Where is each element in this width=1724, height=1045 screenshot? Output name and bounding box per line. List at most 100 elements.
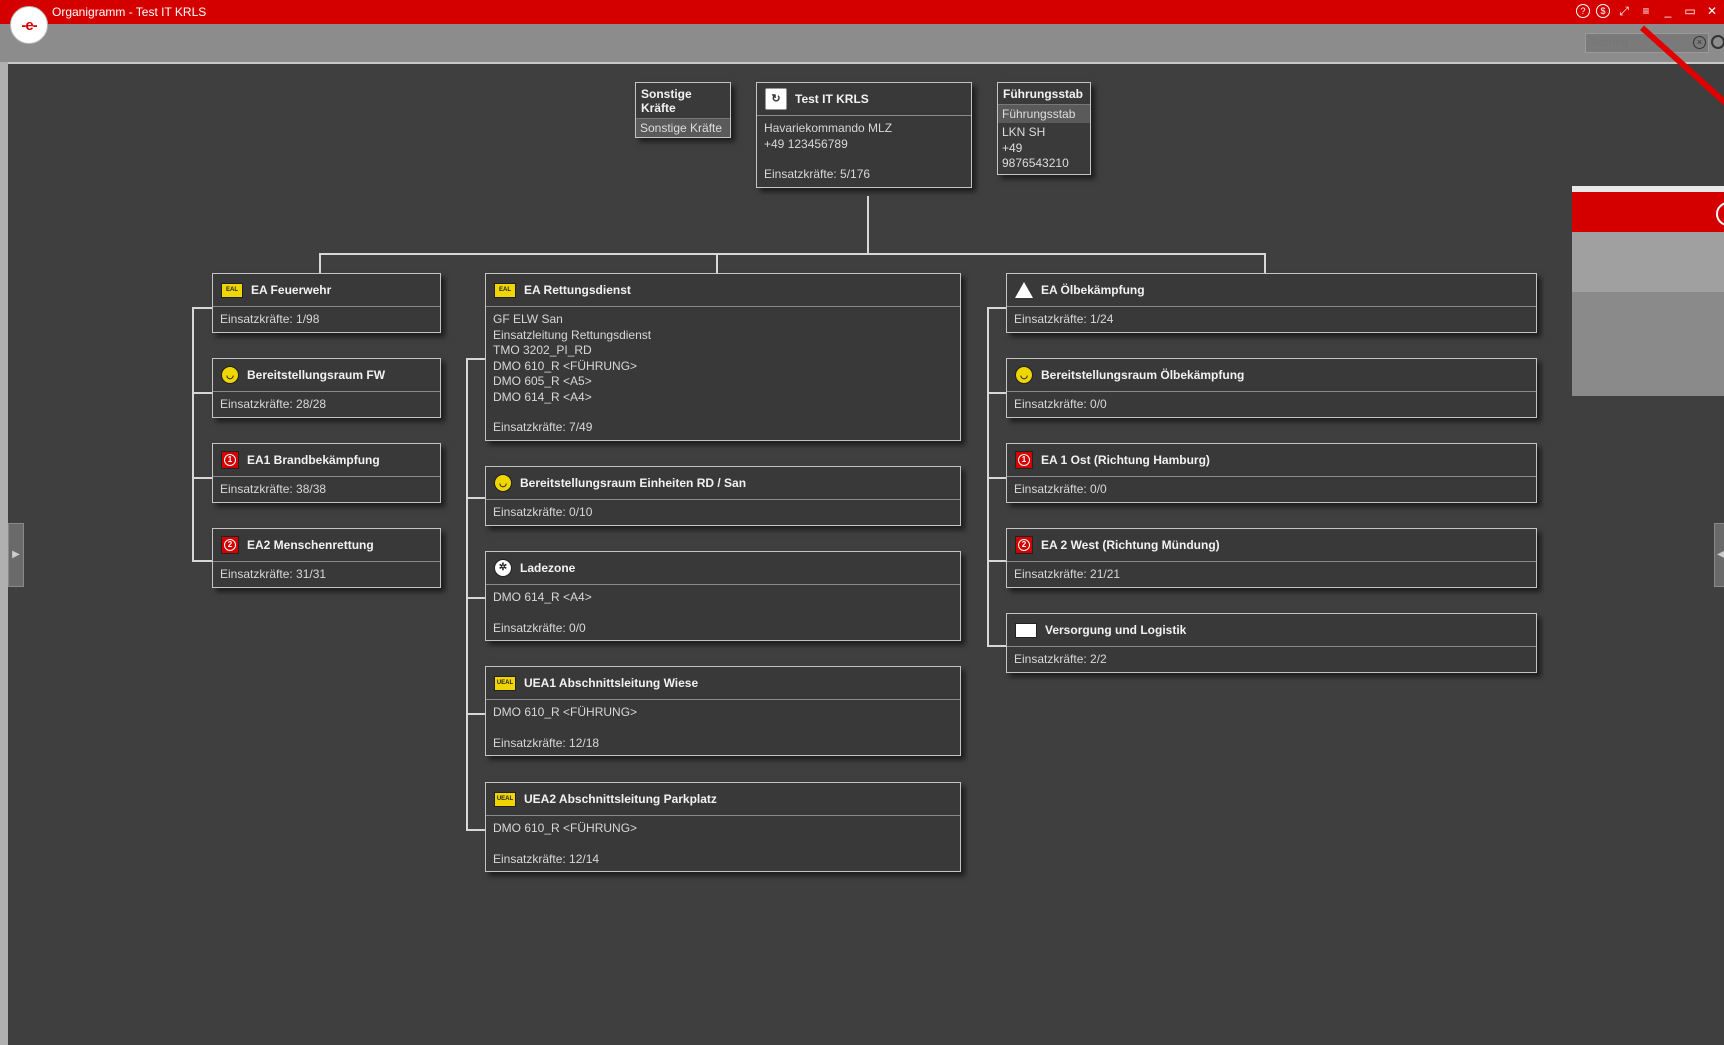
fullscreen-icon[interactable]: ⤢ bbox=[1616, 3, 1632, 19]
floating-panel-band bbox=[1572, 232, 1724, 292]
org-node-ea2-menschenrettung[interactable]: 2 EA2 Menschenrettung Einsatzkräfte: 31/3… bbox=[212, 528, 441, 588]
yellow-smiley-icon: ◡ bbox=[494, 474, 512, 492]
minimize-button[interactable]: _ bbox=[1660, 3, 1676, 19]
window-title: Organigramm - Test IT KRLS bbox=[52, 5, 207, 19]
node-title: Bereitstellungsraum Einheiten RD / San bbox=[520, 476, 747, 490]
connector bbox=[466, 358, 486, 360]
node-count: Einsatzkräfte: 21/21 bbox=[1014, 567, 1121, 581]
org-node-root[interactable]: ↻ Test IT KRLS Havariekommando MLZ +49 1… bbox=[756, 82, 972, 188]
loading-zone-icon: ✲ bbox=[494, 559, 512, 577]
node-body: Einsatzkräfte: 2/2 bbox=[1007, 647, 1536, 673]
red-sector-1-icon: 1 bbox=[1015, 451, 1033, 469]
connector bbox=[466, 497, 486, 499]
node-title: Bereitstellungsraum FW bbox=[247, 368, 386, 382]
node-header: EA Ölbekämpfung bbox=[1007, 274, 1536, 307]
org-node-ladezone[interactable]: ✲ Ladezone DMO 614_R <A4> Einsatzkräfte: … bbox=[485, 551, 961, 641]
node-body: DMO 610_R <FÜHRUNG> Einsatzkräfte: 12/18 bbox=[486, 700, 960, 756]
node-header: ◡ Bereitstellungsraum FW bbox=[213, 359, 440, 392]
node-line: DMO 610_R <FÜHRUNG> bbox=[493, 358, 638, 373]
node-count: Einsatzkräfte: 2/2 bbox=[1014, 652, 1107, 666]
node-line: DMO 614_R <A4> bbox=[493, 389, 592, 404]
node-header: Versorgung und Logistik bbox=[1007, 614, 1536, 647]
node-subtitle: Führungsstab bbox=[998, 104, 1090, 123]
icon-number: 2 bbox=[224, 539, 236, 551]
app-logo[interactable]: -e- bbox=[10, 6, 48, 44]
connector bbox=[987, 560, 1007, 562]
node-body: Einsatzkräfte: 0/0 bbox=[1007, 477, 1536, 503]
yellow-smiley-icon: ◡ bbox=[1015, 366, 1033, 384]
node-body: Einsatzkräfte: 1/24 bbox=[1007, 307, 1536, 333]
node-header: 2 EA2 Menschenrettung bbox=[213, 529, 440, 562]
connector bbox=[716, 253, 718, 273]
node-count: Einsatzkräfte: 38/38 bbox=[220, 482, 327, 496]
floating-panel bbox=[1572, 186, 1724, 396]
panel-ring-icon[interactable] bbox=[1716, 202, 1724, 226]
node-header: ↻ Test IT KRLS bbox=[757, 83, 971, 116]
node-body: Einsatzkräfte: 1/98 bbox=[213, 307, 440, 333]
org-node-uea2-parkplatz[interactable]: UEAL UEA2 Abschnittsleitung Parkplatz DMO… bbox=[485, 782, 961, 872]
node-body: DMO 610_R <FÜHRUNG> Einsatzkräfte: 12/14 bbox=[486, 816, 960, 872]
node-header: 1 EA1 Brandbekämpfung bbox=[213, 444, 440, 477]
node-line: TMO 3202_PI_RD bbox=[493, 343, 592, 357]
org-node-ea-oelbekaempfung[interactable]: EA Ölbekämpfung Einsatzkräfte: 1/24 bbox=[1006, 273, 1537, 333]
node-header: EAL EA Feuerwehr bbox=[213, 274, 440, 307]
node-count: Einsatzkräfte: 12/14 bbox=[493, 851, 600, 866]
node-count: Einsatzkräfte: 1/24 bbox=[1014, 312, 1114, 326]
org-node-ea1-ost[interactable]: 1 EA 1 Ost (Richtung Hamburg) Einsatzkräf… bbox=[1006, 443, 1537, 503]
connector bbox=[192, 307, 194, 562]
org-node-uea1-wiese[interactable]: UEAL UEA1 Abschnittsleitung Wiese DMO 610… bbox=[485, 666, 961, 756]
node-line: LKN SH bbox=[1002, 125, 1046, 139]
connector bbox=[987, 645, 1007, 647]
node-count: Einsatzkräfte: 0/0 bbox=[1014, 482, 1107, 496]
node-title: EA1 Brandbekämpfung bbox=[247, 453, 380, 467]
white-flag-icon bbox=[1015, 622, 1037, 638]
org-node-bereitstellungsraum-rd[interactable]: ◡ Bereitstellungsraum Einheiten RD / San … bbox=[485, 466, 961, 526]
node-count: Einsatzkräfte: 0/0 bbox=[1014, 397, 1107, 411]
node-body: Einsatzkräfte: 21/21 bbox=[1007, 562, 1536, 588]
node-title: EA Rettungsdienst bbox=[524, 283, 631, 297]
left-panel-toggle[interactable]: ▶ bbox=[8, 523, 24, 587]
node-header: EAL EA Rettungsdienst bbox=[486, 274, 960, 307]
maximize-button[interactable]: ▭ bbox=[1682, 3, 1698, 19]
search-icon[interactable] bbox=[1711, 35, 1724, 49]
node-details: LKN SH +49 9876543210 bbox=[998, 123, 1090, 174]
hazard-triangle-icon bbox=[1015, 282, 1033, 298]
org-node-bereitstellungsraum-fw[interactable]: ◡ Bereitstellungsraum FW Einsatzkräfte: 2… bbox=[212, 358, 441, 418]
menu-icon[interactable]: ≡ bbox=[1638, 3, 1654, 19]
org-node-fuehrungsstab[interactable]: Führungsstab Führungsstab LKN SH +49 987… bbox=[997, 82, 1091, 175]
org-node-ea-rettungsdienst[interactable]: EAL EA Rettungsdienst GF ELW San Einsatzl… bbox=[485, 273, 961, 441]
right-panel-toggle[interactable]: ◀ bbox=[1714, 523, 1724, 587]
org-node-ea2-west[interactable]: 2 EA 2 West (Richtung Mündung) Einsatzkrä… bbox=[1006, 528, 1537, 588]
node-body: DMO 614_R <A4> Einsatzkräfte: 0/0 bbox=[486, 585, 960, 641]
connector bbox=[987, 477, 1007, 479]
yellow-flag-icon: EAL bbox=[221, 282, 243, 298]
node-body: Havariekommando MLZ +49 123456789 Einsat… bbox=[757, 116, 971, 188]
help-icon[interactable]: ? bbox=[1576, 4, 1590, 18]
org-node-versorgung-logistik[interactable]: Versorgung und Logistik Einsatzkräfte: 2… bbox=[1006, 613, 1537, 673]
close-button[interactable]: ✕ bbox=[1704, 3, 1720, 19]
connector bbox=[319, 253, 321, 273]
connector bbox=[319, 253, 1266, 255]
node-line: Havariekommando MLZ bbox=[764, 121, 893, 135]
connector bbox=[466, 597, 486, 599]
org-node-bereitstellungsraum-oel[interactable]: ◡ Bereitstellungsraum Ölbekämpfung Einsat… bbox=[1006, 358, 1537, 418]
node-count: Einsatzkräfte: 12/18 bbox=[493, 735, 600, 750]
organization-icon: ↻ bbox=[765, 88, 787, 110]
node-line: +49 9876543210 bbox=[1002, 140, 1069, 171]
org-node-ea1-brandbekaempfung[interactable]: 1 EA1 Brandbekämpfung Einsatzkräfte: 38/3… bbox=[212, 443, 441, 503]
node-line: DMO 614_R <A4> bbox=[493, 590, 592, 604]
icon-number: 1 bbox=[224, 454, 236, 466]
currency-icon[interactable]: $ bbox=[1596, 4, 1610, 18]
clear-search-icon[interactable]: × bbox=[1693, 36, 1706, 49]
node-line: Einsatzleitung Rettungsdienst bbox=[493, 327, 652, 342]
connector bbox=[192, 392, 213, 394]
node-line: DMO 610_R <FÜHRUNG> bbox=[493, 821, 638, 835]
left-edge-strip bbox=[0, 62, 8, 1045]
org-node-sonstige-kraefte[interactable]: Sonstige Kräfte Sonstige Kräfte bbox=[635, 82, 731, 138]
node-body: Einsatzkräfte: 28/28 bbox=[213, 392, 440, 418]
node-header: 1 EA 1 Ost (Richtung Hamburg) bbox=[1007, 444, 1536, 477]
node-line: DMO 610_R <FÜHRUNG> bbox=[493, 705, 638, 719]
node-count: Einsatzkräfte: 1/98 bbox=[220, 312, 320, 326]
org-node-ea-feuerwehr[interactable]: EAL EA Feuerwehr Einsatzkräfte: 1/98 bbox=[212, 273, 441, 333]
red-sector-1-icon: 1 bbox=[221, 451, 239, 469]
